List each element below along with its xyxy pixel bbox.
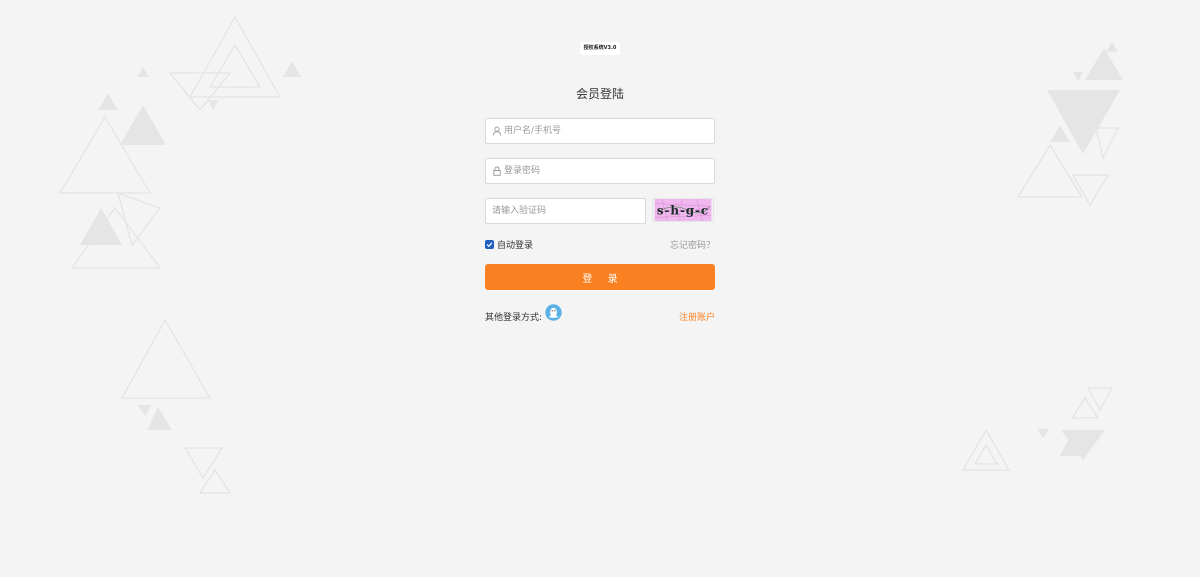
qq-icon[interactable] — [545, 304, 562, 321]
forgot-password-link[interactable]: 忘记密码？ — [670, 238, 715, 251]
captcha-input[interactable] — [492, 199, 640, 223]
captcha-field[interactable] — [485, 198, 646, 224]
checkbox-checked-icon[interactable] — [485, 239, 494, 249]
auto-login-label: 自动登录 — [497, 240, 534, 251]
auto-login-checkbox[interactable]: 自动登录 — [485, 237, 533, 251]
lock-icon — [493, 166, 501, 176]
login-button[interactable]: 登 录 — [485, 264, 715, 290]
captcha-image[interactable]: s-h-g-c — [652, 198, 714, 222]
username-input[interactable] — [504, 119, 704, 143]
username-field[interactable] — [485, 118, 715, 144]
other-login-label: 其他登录方式: — [485, 313, 543, 323]
user-icon — [492, 126, 502, 136]
password-input[interactable] — [504, 159, 704, 183]
register-link[interactable]: 注册账户 — [679, 310, 715, 323]
system-logo: 授权系统V3.0 — [580, 42, 620, 55]
password-field[interactable] — [485, 158, 715, 184]
captcha-text: s-h-g-c — [657, 204, 709, 218]
page-title: 会员登陆 — [575, 87, 624, 101]
